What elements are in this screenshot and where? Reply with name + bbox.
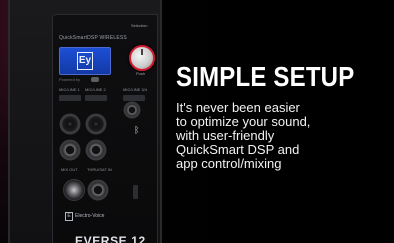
panel-model-text: QuickSmartDSP WIRELESS bbox=[59, 35, 127, 41]
knob-sub-label: Push bbox=[136, 71, 146, 76]
input-3-jack bbox=[125, 103, 139, 117]
selection-knob bbox=[129, 45, 155, 71]
lcd-display: Ey bbox=[59, 47, 111, 75]
mix-out-label: MIX OUT bbox=[61, 167, 78, 172]
app-badge-icon bbox=[91, 77, 99, 82]
powered-by-text: Powered by bbox=[59, 77, 81, 82]
channel-1-label: MIC/LINE 1 bbox=[59, 87, 80, 92]
thru-jack bbox=[89, 181, 107, 199]
feature-headline: SIMPLE SETUP bbox=[176, 62, 355, 94]
channel-2-gain bbox=[85, 95, 107, 101]
channel-3-gain bbox=[123, 95, 145, 101]
description-line: with user-friendly bbox=[176, 128, 275, 143]
feature-description: It's never been easier to optimize your … bbox=[176, 101, 386, 171]
ev-brand-logo-icon: E bbox=[65, 212, 73, 221]
description-line: It's never been easier bbox=[176, 100, 300, 115]
channel-2-label: MIC/LINE 2 bbox=[85, 87, 106, 92]
channel-3-label: MIC/LINE 3/4 bbox=[123, 87, 148, 92]
ev-logo-icon: Ey bbox=[77, 52, 93, 70]
description-line: QuickSmart DSP and bbox=[176, 142, 300, 157]
bluetooth-icon: ᛒ bbox=[134, 125, 140, 135]
input-2-quarter-jack bbox=[87, 141, 105, 159]
input-2-jack bbox=[87, 115, 105, 133]
model-name: EVERSE 12 bbox=[75, 234, 146, 243]
input-1-jack bbox=[61, 115, 79, 133]
speaker-rear-panel-image: QuickSmartDSP WIRELESS Ey Powered by Sel… bbox=[0, 0, 162, 243]
mix-out-jack bbox=[63, 179, 85, 201]
control-panel: QuickSmartDSP WIRELESS Ey Powered by Sel… bbox=[52, 14, 158, 243]
channel-1-gain bbox=[59, 95, 81, 101]
description-line: to optimize your sound, bbox=[176, 114, 311, 129]
usb-port bbox=[133, 185, 138, 199]
input-1-quarter-jack bbox=[61, 141, 79, 159]
knob-label: Selection bbox=[131, 23, 148, 28]
thru-label: THRU/SAT IN bbox=[87, 167, 112, 172]
product-feature-card: QuickSmartDSP WIRELESS Ey Powered by Sel… bbox=[0, 0, 394, 243]
description-line: app control/mixing bbox=[176, 156, 282, 171]
brand-text: Electro-Voice bbox=[75, 213, 105, 219]
